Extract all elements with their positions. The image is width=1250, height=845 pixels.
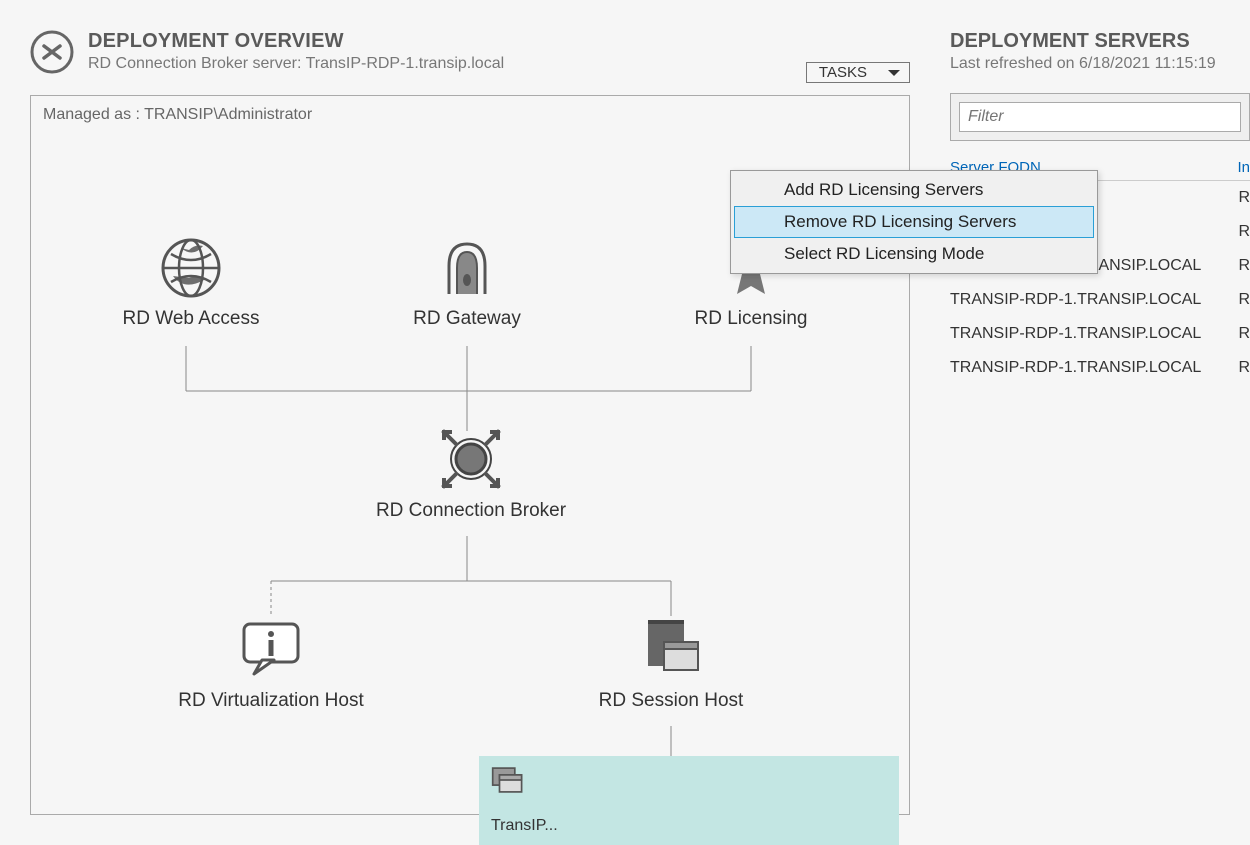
globe-icon bbox=[159, 236, 223, 300]
node-rd-connection-broker[interactable]: RD Connection Broker bbox=[341, 426, 601, 522]
collection-label: TransIP... bbox=[491, 817, 887, 835]
overview-subtitle: RD Connection Broker server: TransIP-RDP… bbox=[88, 55, 792, 73]
server-col-in: R bbox=[1230, 291, 1250, 309]
node-label-virt-host: RD Virtualization Host bbox=[141, 690, 401, 712]
server-col-in: R bbox=[1230, 223, 1250, 241]
context-menu-item[interactable]: Add RD Licensing Servers bbox=[734, 174, 1094, 206]
server-fqdn: TRANSIP-RDP-1.TRANSIP.LOCAL bbox=[950, 325, 1230, 343]
node-label-gateway: RD Gateway bbox=[367, 308, 567, 330]
node-label-session-host: RD Session Host bbox=[551, 690, 791, 712]
gateway-arch-icon bbox=[435, 236, 499, 300]
node-rd-gateway[interactable]: RD Gateway bbox=[367, 236, 567, 330]
broker-hub-icon bbox=[438, 426, 504, 492]
collection-icon bbox=[491, 766, 525, 794]
node-label-licensing: RD Licensing bbox=[651, 308, 851, 330]
node-label-web-access: RD Web Access bbox=[91, 308, 291, 330]
managed-as-label: Managed as : TRANSIP\Administrator bbox=[31, 96, 909, 134]
server-row[interactable]: TRANSIP-RDP-1.TRANSIP.LOCALR bbox=[950, 283, 1250, 317]
context-menu-item[interactable]: Remove RD Licensing Servers bbox=[734, 206, 1094, 238]
node-label-broker: RD Connection Broker bbox=[341, 500, 601, 522]
server-col-in: R bbox=[1230, 189, 1250, 207]
server-row[interactable]: TRANSIP-RDP-1.TRANSIP.LOCALR bbox=[950, 317, 1250, 351]
server-col-in: R bbox=[1230, 359, 1250, 377]
windows-stack-icon bbox=[638, 616, 704, 682]
node-rd-session-host[interactable]: RD Session Host bbox=[551, 616, 791, 712]
deployment-overview-icon bbox=[30, 30, 74, 77]
session-collection-tile[interactable]: TransIP... bbox=[479, 756, 899, 845]
servers-subtitle: Last refreshed on 6/18/2021 11:15:19 bbox=[950, 55, 1250, 73]
tasks-label: TASKS bbox=[819, 64, 867, 81]
context-menu-item[interactable]: Select RD Licensing Mode bbox=[734, 238, 1094, 270]
server-fqdn: TRANSIP-RDP-1.TRANSIP.LOCAL bbox=[950, 359, 1230, 377]
servers-title: DEPLOYMENT SERVERS bbox=[950, 30, 1250, 53]
column-header-in[interactable]: In bbox=[1230, 159, 1250, 176]
overview-title: DEPLOYMENT OVERVIEW bbox=[88, 30, 792, 53]
server-col-in: R bbox=[1230, 257, 1250, 275]
licensing-context-menu: Add RD Licensing ServersRemove RD Licens… bbox=[730, 170, 1098, 274]
tasks-dropdown[interactable]: TASKS bbox=[806, 62, 910, 83]
node-rd-web-access[interactable]: RD Web Access bbox=[91, 236, 291, 330]
chevron-down-icon bbox=[887, 68, 901, 78]
server-row[interactable]: TRANSIP-RDP-1.TRANSIP.LOCALR bbox=[950, 351, 1250, 385]
server-fqdn: TRANSIP-RDP-1.TRANSIP.LOCAL bbox=[950, 291, 1230, 309]
servers-filter-input[interactable] bbox=[959, 102, 1241, 132]
speech-info-icon bbox=[238, 616, 304, 682]
node-rd-virtualization-host[interactable]: RD Virtualization Host bbox=[141, 616, 401, 712]
server-col-in: R bbox=[1230, 325, 1250, 343]
